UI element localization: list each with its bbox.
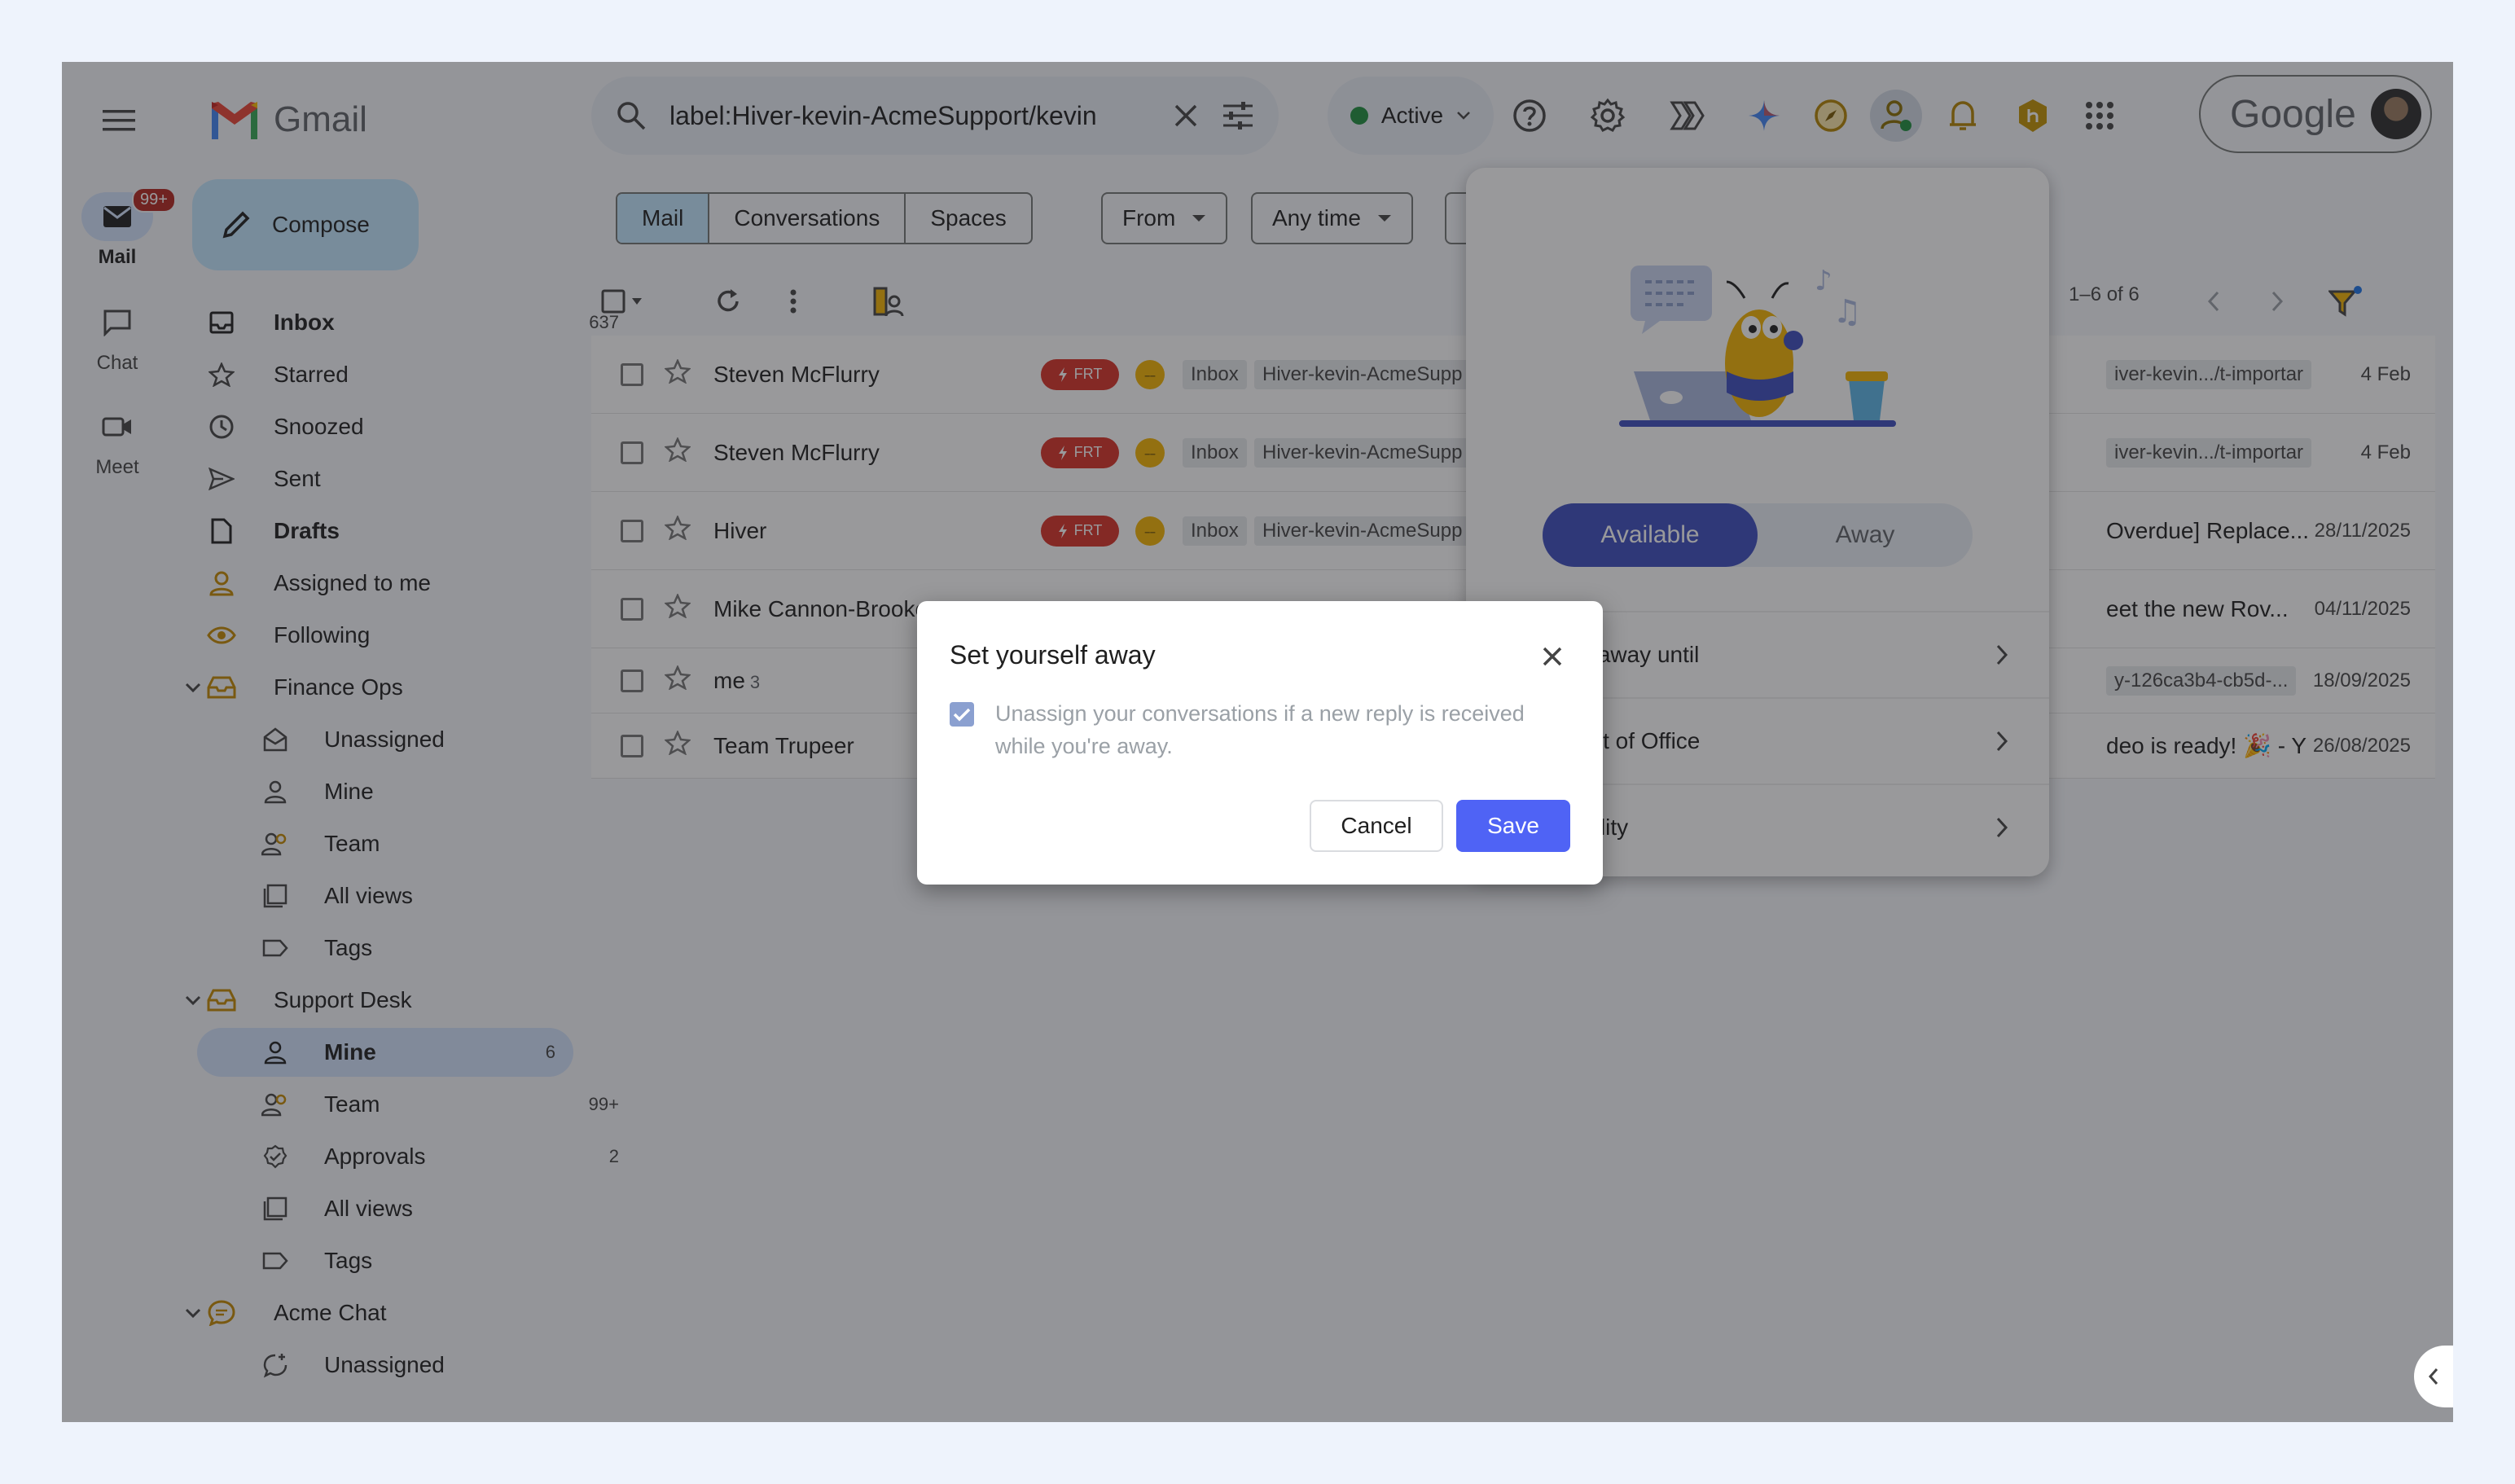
set-away-dialog: Set yourself away Unassign your conversa… [917,601,1603,885]
cancel-button[interactable]: Cancel [1310,800,1443,852]
gmail-window: 99+ Mail Chat Meet Gmail Compose Inbox 6… [62,62,2453,1422]
chevron-left-icon [2428,1368,2438,1385]
unassign-checkbox[interactable] [950,702,974,727]
save-button[interactable]: Save [1456,800,1570,852]
close-icon [1543,647,1562,666]
close-button[interactable] [1534,639,1570,674]
check-icon [953,708,971,722]
dialog-title: Set yourself away [950,640,1156,670]
unassign-checkbox-label: Unassign your conversations if a new rep… [995,701,1525,758]
